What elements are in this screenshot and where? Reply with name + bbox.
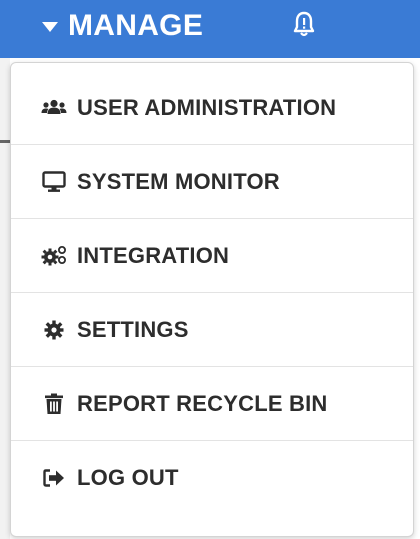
- users-icon: [41, 97, 67, 119]
- gear-icon: [41, 319, 67, 341]
- gears-icon: [41, 245, 67, 267]
- menu-item-user-administration[interactable]: USER ADMINISTRATION: [11, 71, 413, 145]
- sign-out-icon: [41, 467, 67, 489]
- trash-icon: [41, 393, 67, 415]
- manage-dropdown-menu: USER ADMINISTRATION SYSTEM MONITOR INTEG…: [10, 62, 414, 537]
- background-divider: [0, 140, 10, 143]
- menu-item-report-recycle-bin[interactable]: REPORT RECYCLE BIN: [11, 367, 413, 441]
- menu-item-settings[interactable]: SETTINGS: [11, 293, 413, 367]
- menu-item-label: REPORT RECYCLE BIN: [77, 390, 328, 416]
- caret-down-icon: [42, 22, 58, 32]
- menu-item-integration[interactable]: INTEGRATION: [11, 219, 413, 293]
- menu-item-log-out[interactable]: LOG OUT: [11, 441, 413, 515]
- menu-item-label: SYSTEM MONITOR: [77, 168, 280, 194]
- menu-item-system-monitor[interactable]: SYSTEM MONITOR: [11, 145, 413, 219]
- menu-item-label: LOG OUT: [77, 465, 179, 490]
- background-page-edge: [0, 58, 10, 539]
- top-bar: MANAGE: [0, 0, 420, 58]
- monitor-icon: [41, 170, 67, 193]
- menu-item-label: USER ADMINISTRATION: [77, 94, 337, 120]
- manage-menu-toggle[interactable]: MANAGE: [42, 4, 203, 48]
- menu-item-label: SETTINGS: [77, 316, 189, 342]
- manage-label: MANAGE: [68, 9, 204, 42]
- menu-item-label: INTEGRATION: [77, 242, 230, 268]
- bell-alert-icon[interactable]: [292, 10, 316, 40]
